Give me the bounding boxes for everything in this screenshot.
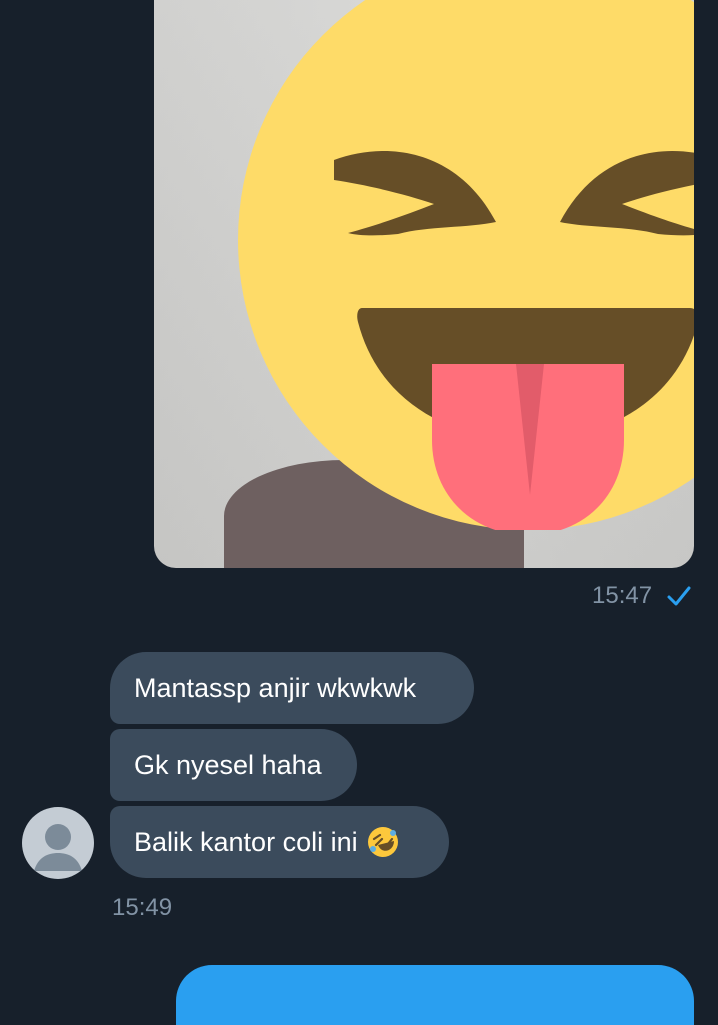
sent-timestamp: 15:47 <box>592 582 653 609</box>
message-text: Mantassp anjir wkwkwk <box>134 672 417 703</box>
received-timestamp: 15:49 <box>112 894 173 921</box>
message-text: Gk nyesel haha <box>134 749 322 780</box>
sent-message-partial[interactable] <box>176 965 694 1025</box>
message-text: Balik kantor coli ini <box>134 826 358 857</box>
grinning-squinting-tongue-emoji-icon <box>238 0 694 530</box>
check-icon <box>667 586 691 606</box>
sent-photo-message[interactable] <box>154 0 694 568</box>
rolling-on-floor-laughing-icon <box>367 827 398 857</box>
received-message[interactable]: Gk nyesel haha <box>110 729 357 801</box>
person-avatar-icon[interactable] <box>22 807 94 879</box>
received-message[interactable]: Mantassp anjir wkwkwk <box>110 652 474 724</box>
received-message[interactable]: Balik kantor coli ini <box>110 806 449 878</box>
